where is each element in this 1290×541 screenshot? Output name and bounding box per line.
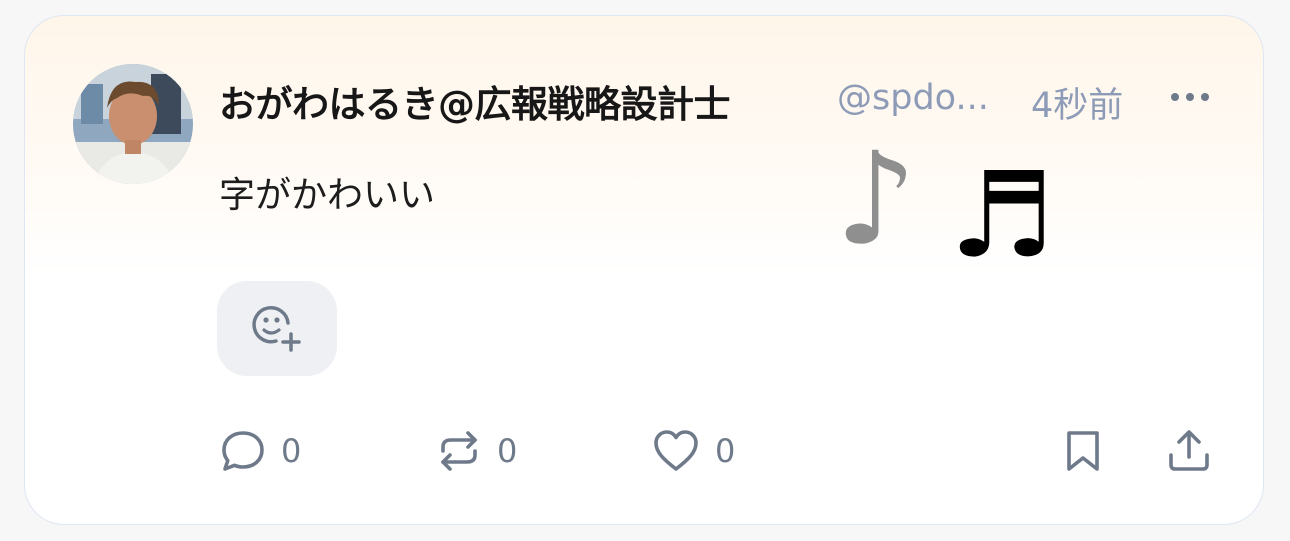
user-handle[interactable]: @spdo... (837, 78, 989, 118)
heart-icon (654, 430, 698, 471)
avatar-image (73, 64, 193, 184)
like-count: 0 (715, 432, 736, 470)
reply-button[interactable]: 0 (219, 426, 301, 476)
avatar[interactable] (73, 64, 193, 184)
share-button[interactable] (1165, 426, 1213, 476)
ellipsis-icon (1171, 93, 1209, 101)
add-reaction-button[interactable] (217, 281, 337, 376)
repost-icon (441, 431, 477, 471)
emoji-add-icon (252, 306, 301, 352)
bookmark-button[interactable] (1061, 426, 1105, 476)
repost-button[interactable]: 0 (435, 426, 517, 476)
share-icon (1169, 430, 1209, 471)
display-name[interactable]: おがわはるき@広報戦略設計士 (219, 74, 731, 128)
music-note-single: ♪ (835, 125, 917, 274)
bookmark-icon (1067, 431, 1099, 471)
more-options-button[interactable] (1165, 82, 1215, 112)
post-card[interactable]: おがわはるき@広報戦略設計士 @spdo... 4秒前 字がかわいい ♪ ♬ 0 (24, 15, 1264, 525)
repost-count: 0 (497, 432, 518, 470)
timestamp[interactable]: 4秒前 (1031, 77, 1123, 128)
post-text: 字がかわいい (219, 175, 436, 216)
comment-icon (222, 431, 264, 471)
like-button[interactable]: 0 (651, 426, 735, 476)
music-note-beamed: ♬ (949, 146, 1055, 284)
reply-count: 0 (281, 432, 302, 470)
